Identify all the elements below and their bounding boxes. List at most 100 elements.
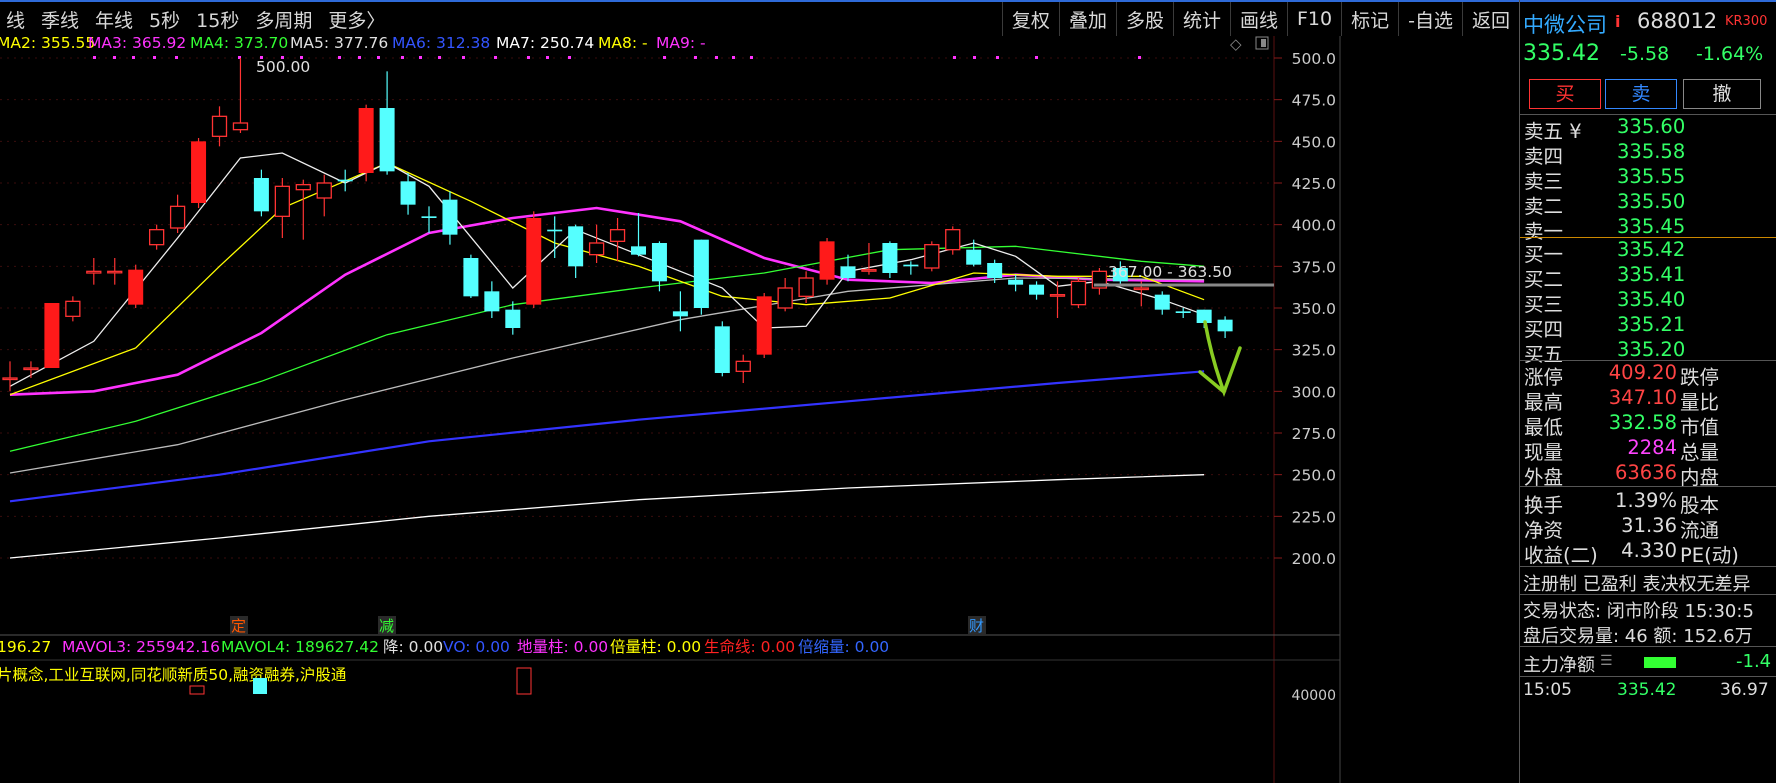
tool-button[interactable]: 标记	[1341, 2, 1398, 36]
event-marker[interactable]: 财	[968, 616, 986, 635]
tool-button[interactable]: -自选	[1398, 2, 1462, 36]
candle-body	[714, 326, 730, 373]
candle-body	[882, 243, 898, 273]
candle	[588, 224, 605, 263]
candle-body	[2, 377, 18, 381]
candle-body	[526, 218, 542, 305]
stock-tags: 注册制 已盈利 表决权无差异	[1523, 574, 1751, 595]
candle	[169, 194, 186, 233]
hand-drawn-arrow-icon	[1198, 320, 1242, 398]
volume-legend-item: MAVOL4: 189627.42	[221, 638, 379, 656]
diamond-icon[interactable]: ◇	[1230, 36, 1242, 53]
candle-body	[924, 244, 940, 269]
ask-price: 335.58	[1617, 140, 1686, 163]
cancel-button[interactable]: 撤	[1683, 79, 1761, 109]
ma-legend-item: MA4: 373.70	[190, 36, 288, 52]
tool-button[interactable]: 多股	[1115, 2, 1173, 36]
price-axis: 500.0 475.0 450.0 425.0 400.0 375.0 350.0 325.0…	[1274, 50, 1336, 568]
period-tab[interactable]: 15秒	[190, 6, 249, 33]
sell-button[interactable]: 卖	[1605, 79, 1677, 109]
tool-button[interactable]: F10	[1287, 2, 1341, 36]
tool-button[interactable]: 返回	[1461, 2, 1519, 36]
top-toolbar: 线季线 年线 5秒 15秒 多周期 更多〉 复权 叠加 多股 统计 画线 F10 标记 -自选 返回	[0, 0, 1776, 36]
candle	[148, 224, 165, 250]
candle-body	[232, 122, 249, 131]
buy-button[interactable]: 买	[1529, 79, 1601, 109]
stat-value: 2284	[1627, 436, 1677, 459]
event-marker-text: 定	[231, 617, 246, 635]
candle-body	[1029, 284, 1045, 295]
candle-body	[756, 296, 772, 355]
period-tab[interactable]: 更多〉	[322, 6, 395, 33]
volume-legend-item: 降: 0.00	[383, 638, 443, 656]
axis-tick-label: 450.0	[1292, 133, 1336, 151]
bid-price: 335.42	[1617, 238, 1686, 261]
signal-dot	[377, 56, 380, 59]
candle	[1154, 291, 1170, 315]
candle	[442, 191, 458, 245]
signal-dot	[732, 56, 735, 59]
candle-body	[358, 108, 374, 173]
candle-body	[693, 239, 709, 308]
candle-body	[1070, 280, 1087, 306]
candle-body	[1154, 294, 1170, 310]
candle-body	[316, 182, 332, 199]
signal-dot	[132, 56, 135, 59]
stock-name: 中微公司	[1523, 13, 1607, 37]
candle-body	[966, 249, 982, 265]
signal-dot	[1035, 56, 1038, 59]
candle	[631, 213, 646, 257]
axis-tick-label: 400.0	[1292, 217, 1336, 235]
signal-dot	[750, 56, 753, 59]
candle	[23, 361, 39, 378]
candle-body	[274, 185, 291, 217]
candle-body	[253, 178, 269, 212]
period-tab[interactable]: 线	[0, 6, 35, 33]
period-tab[interactable]: 季线	[35, 6, 89, 33]
period-tab[interactable]: 年线	[89, 6, 143, 33]
candle-body	[735, 360, 751, 372]
tool-button[interactable]: 统计	[1172, 2, 1230, 36]
concept-tags: 片概念,工业互联网,同花顺新质50,融资融券,沪股通	[0, 665, 347, 684]
volume-axis-label: 40000	[1291, 688, 1336, 704]
bid-row: 买一 335.42	[1520, 238, 1776, 266]
volume-bar	[189, 685, 205, 695]
stat-value: 4.330	[1621, 539, 1677, 562]
ma-line-ma1	[9, 152, 1205, 387]
tool-button[interactable]: 复权	[1001, 2, 1059, 36]
period-tab[interactable]: 多周期	[249, 6, 322, 33]
axis-tick-label: 425.0	[1292, 175, 1336, 193]
candle-body	[903, 264, 919, 267]
volume-legend-item: VO: 0.00	[443, 638, 510, 656]
period-tab[interactable]: 5秒	[143, 6, 190, 33]
tool-button[interactable]: 画线	[1229, 2, 1287, 36]
candle-body	[107, 270, 123, 274]
stat-row: 收益(二) 4.330 PE(动)	[1520, 539, 1776, 567]
axis-tick-label: 200.0	[1292, 550, 1336, 568]
kline-chart[interactable]: MA2: 355.55MA3: 365.92 MA4: 373.70 MA5: 37…	[0, 36, 1519, 783]
candle	[379, 71, 395, 175]
tick-price: 335.42	[1617, 680, 1677, 700]
volume-panel: 196.27 MAVOL3: 255942.16 MAVOL4: 189627.42…	[0, 638, 1336, 704]
axis-tick-label: 500.0	[1292, 50, 1336, 68]
candle	[86, 258, 102, 285]
candle	[128, 264, 144, 308]
candle-body	[861, 269, 877, 272]
candle-body	[651, 243, 667, 282]
stat-row: 最高 347.10 量比	[1520, 386, 1776, 414]
list-icon[interactable]: ☰	[1600, 653, 1613, 669]
candle-body	[1008, 279, 1024, 285]
event-marker[interactable]: 定	[230, 616, 248, 635]
signal-dot	[113, 56, 116, 59]
stat-row: 换手 1.39% 股本	[1520, 489, 1776, 517]
divider	[1520, 486, 1776, 487]
panel-icon-fill	[1261, 39, 1266, 47]
tool-button[interactable]: 叠加	[1058, 2, 1116, 36]
stat-value: 31.36	[1621, 514, 1677, 537]
signal-dot	[93, 56, 96, 59]
event-marker[interactable]: 减	[378, 616, 396, 635]
stat-value: 347.10	[1608, 386, 1677, 409]
stat-row: 涨停 409.20 跌停	[1520, 361, 1776, 389]
candle-body	[295, 184, 311, 191]
flow-bar	[1644, 657, 1676, 668]
